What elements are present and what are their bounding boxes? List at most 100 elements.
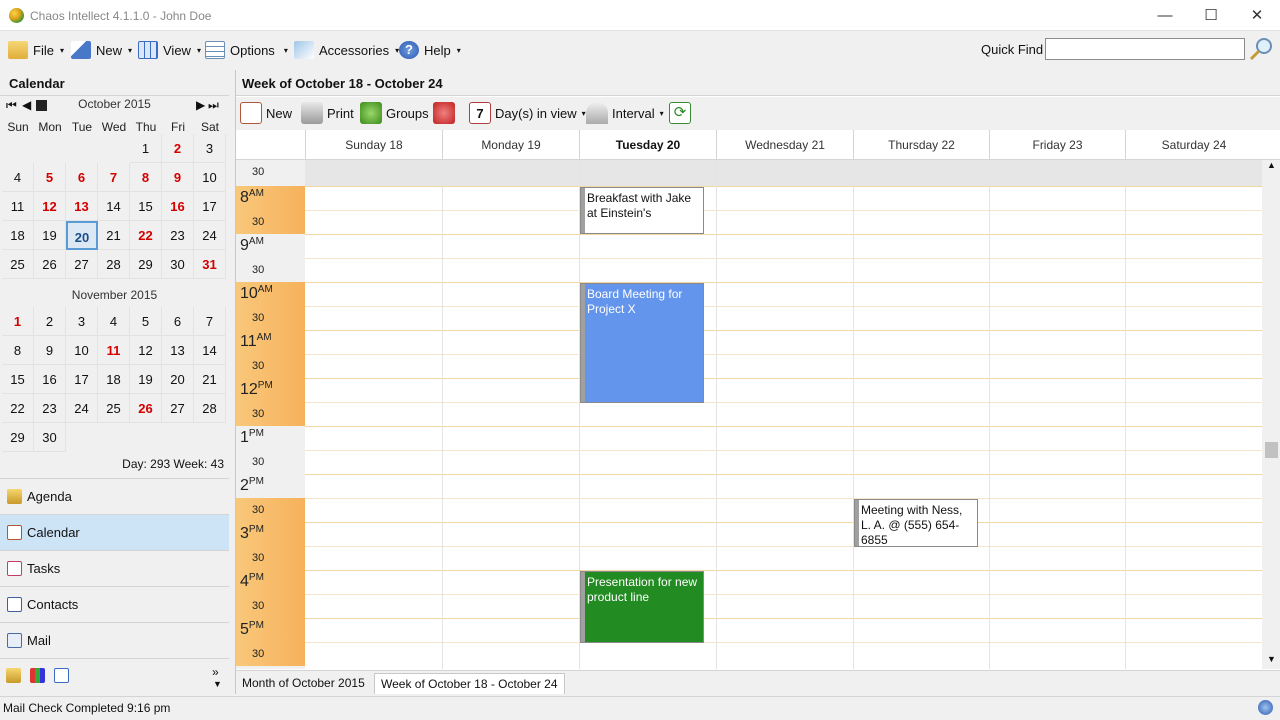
november-day[interactable]: 30 — [34, 423, 66, 452]
october-day[interactable]: 4 — [2, 163, 34, 192]
day-header-0[interactable]: Sunday 18 — [305, 130, 442, 160]
november-day[interactable]: 18 — [98, 365, 130, 394]
help-menu[interactable]: ? Help ▾ — [399, 40, 461, 60]
october-day[interactable]: 26 — [34, 250, 66, 279]
tab-week[interactable]: Week of October 18 - October 24 — [374, 673, 565, 694]
nav-calendar[interactable]: Calendar — [0, 514, 229, 550]
november-day[interactable]: 16 — [34, 365, 66, 394]
november-day[interactable]: 4 — [98, 307, 130, 336]
scroll-thumb[interactable] — [1265, 442, 1278, 458]
october-day[interactable]: 28 — [98, 250, 130, 279]
close-button[interactable]: ✕ — [1234, 0, 1280, 31]
appointment[interactable]: Board Meeting for Project X — [580, 283, 704, 403]
appointment[interactable]: Breakfast with Jake at Einstein's — [580, 187, 704, 234]
days-in-view-button[interactable]: 7 Day(s) in view ▾ — [469, 101, 586, 125]
october-day[interactable]: 14 — [98, 192, 130, 221]
october-day[interactable]: 21 — [98, 221, 130, 250]
october-day[interactable]: 25 — [2, 250, 34, 279]
october-day[interactable]: 11 — [2, 192, 34, 221]
info-icon[interactable] — [1258, 700, 1273, 715]
november-day[interactable]: 19 — [130, 365, 162, 394]
october-day[interactable]: 3 — [194, 134, 226, 163]
october-day[interactable]: 29 — [130, 250, 162, 279]
november-day[interactable]: 24 — [66, 394, 98, 423]
november-day[interactable]: 28 — [194, 394, 226, 423]
appointment[interactable]: Meeting with Ness, L. A. @ (555) 654-685… — [854, 499, 978, 547]
november-day[interactable]: 23 — [34, 394, 66, 423]
october-day[interactable]: 10 — [194, 163, 226, 192]
october-day[interactable]: 23 — [162, 221, 194, 250]
scroll-down-icon[interactable]: ▼ — [1267, 654, 1276, 664]
october-day[interactable]: 31 — [194, 250, 226, 279]
october-day[interactable]: 6 — [66, 163, 98, 192]
print-button[interactable]: Print — [301, 101, 354, 125]
october-day[interactable]: 2 — [162, 134, 194, 163]
day-header-2[interactable]: Tuesday 20 — [579, 130, 716, 160]
nav-mail[interactable]: Mail — [0, 622, 229, 658]
chevron-right-icon[interactable]: » — [212, 665, 219, 679]
options-menu[interactable]: Options ▾ — [205, 40, 288, 60]
minimize-button[interactable]: — — [1142, 0, 1188, 31]
november-day[interactable]: 26 — [130, 394, 162, 423]
november-day[interactable]: 3 — [66, 307, 98, 336]
november-day[interactable]: 8 — [2, 336, 34, 365]
october-day[interactable]: 16 — [162, 192, 194, 221]
november-day[interactable]: 6 — [162, 307, 194, 336]
interval-button[interactable]: Interval ▾ — [586, 101, 664, 125]
october-day[interactable]: 24 — [194, 221, 226, 250]
october-day[interactable]: 27 — [66, 250, 98, 279]
day-header-5[interactable]: Friday 23 — [989, 130, 1125, 160]
november-day[interactable]: 1 — [2, 307, 34, 336]
new-appointment-button[interactable]: New — [240, 101, 292, 125]
november-day[interactable]: 25 — [98, 394, 130, 423]
november-day[interactable]: 21 — [194, 365, 226, 394]
october-day[interactable]: 13 — [66, 192, 98, 221]
day-header-1[interactable]: Monday 19 — [442, 130, 579, 160]
october-day[interactable]: 18 — [2, 221, 34, 250]
day-header-3[interactable]: Wednesday 21 — [716, 130, 853, 160]
notes-icon[interactable] — [54, 668, 69, 683]
tab-month[interactable]: Month of October 2015 — [236, 673, 371, 694]
october-day[interactable]: 12 — [34, 192, 66, 221]
november-day[interactable]: 15 — [2, 365, 34, 394]
all-day-row[interactable] — [305, 160, 1262, 186]
agenda-shortcut-icon[interactable] — [6, 668, 21, 683]
filter-button[interactable] — [433, 101, 455, 125]
maximize-button[interactable]: ☐ — [1188, 0, 1234, 31]
october-day[interactable]: 15 — [130, 192, 162, 221]
accessories-menu[interactable]: Accessories ▾ — [294, 40, 399, 60]
groups-button[interactable]: Groups — [360, 101, 429, 125]
day-header-6[interactable]: Saturday 24 — [1125, 130, 1262, 160]
chevron-down-icon[interactable]: ▼ — [213, 679, 222, 689]
refresh-button[interactable]: ⟳ — [669, 101, 691, 125]
november-day[interactable]: 7 — [194, 307, 226, 336]
nav-agenda[interactable]: Agenda — [0, 478, 229, 514]
november-day[interactable]: 17 — [66, 365, 98, 394]
october-day[interactable]: 19 — [34, 221, 66, 250]
november-day[interactable]: 27 — [162, 394, 194, 423]
october-day[interactable]: 20 — [66, 221, 98, 250]
view-menu[interactable]: View ▾ — [138, 40, 201, 60]
november-day[interactable]: 13 — [162, 336, 194, 365]
appointment[interactable]: Presentation for new product line — [580, 571, 704, 643]
file-menu[interactable]: File ▾ — [8, 40, 64, 60]
november-day[interactable]: 2 — [34, 307, 66, 336]
week-grid[interactable]: 30 8AM 30 9AM 30 10AM 30 11AM 30 12PM 30 1PM 30 2PM 30… — [236, 160, 1262, 669]
october-day[interactable]: 30 — [162, 250, 194, 279]
nav-contacts[interactable]: Contacts — [0, 586, 229, 622]
scroll-up-icon[interactable]: ▲ — [1267, 160, 1276, 170]
october-day[interactable]: 22 — [130, 221, 162, 250]
november-day[interactable]: 10 — [66, 336, 98, 365]
october-day[interactable]: 8 — [130, 163, 162, 192]
search-icon[interactable] — [1248, 36, 1274, 62]
november-day[interactable]: 20 — [162, 365, 194, 394]
november-day[interactable]: 9 — [34, 336, 66, 365]
new-menu[interactable]: New ▾ — [71, 40, 132, 60]
november-day[interactable]: 5 — [130, 307, 162, 336]
day-header-4[interactable]: Thursday 22 — [853, 130, 989, 160]
october-day[interactable]: 5 — [34, 163, 66, 192]
november-day[interactable]: 22 — [2, 394, 34, 423]
november-day[interactable]: 14 — [194, 336, 226, 365]
october-day[interactable]: 1 — [130, 134, 162, 163]
november-day[interactable]: 11 — [98, 336, 130, 365]
